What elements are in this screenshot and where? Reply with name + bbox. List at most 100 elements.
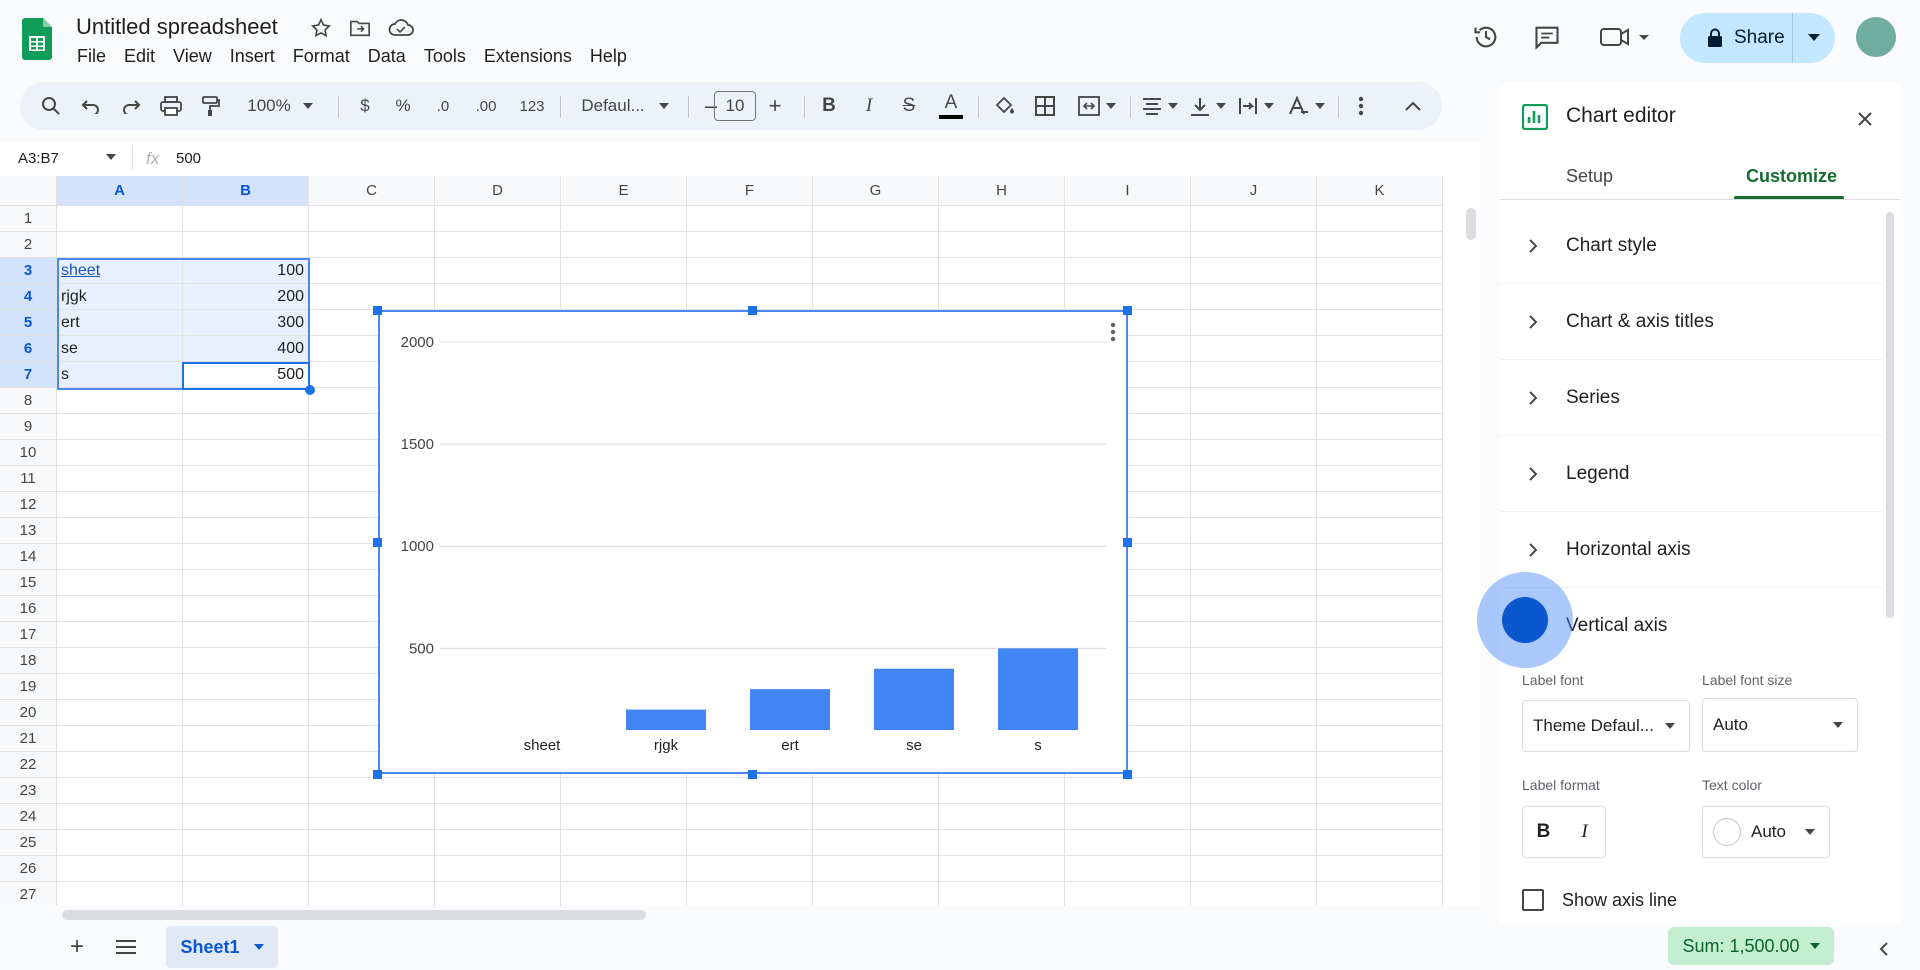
cell[interactable]: [183, 700, 309, 726]
row-header[interactable]: 13: [0, 518, 57, 544]
chart-bar[interactable]: [626, 709, 706, 730]
cell[interactable]: [57, 804, 183, 830]
cell[interactable]: [939, 804, 1065, 830]
cell[interactable]: [57, 388, 183, 414]
cell[interactable]: [309, 206, 435, 232]
menu-file[interactable]: File: [68, 46, 115, 67]
cell[interactable]: [183, 674, 309, 700]
chart-bar[interactable]: [750, 689, 830, 730]
cell[interactable]: [561, 856, 687, 882]
cell[interactable]: [183, 544, 309, 570]
column-header[interactable]: D: [435, 176, 561, 206]
cell[interactable]: [183, 726, 309, 752]
cell[interactable]: [1191, 700, 1317, 726]
cell[interactable]: [1317, 778, 1443, 804]
cell[interactable]: [183, 882, 309, 906]
cell[interactable]: [309, 232, 435, 258]
cell[interactable]: [1317, 596, 1443, 622]
cell[interactable]: [1065, 232, 1191, 258]
name-box[interactable]: A3:B7: [18, 150, 59, 167]
cell[interactable]: [183, 596, 309, 622]
cell[interactable]: [1191, 414, 1317, 440]
row-header[interactable]: 11: [0, 466, 57, 492]
chart-resize-handle[interactable]: [1123, 538, 1132, 547]
vertical-align-icon[interactable]: [1186, 82, 1230, 130]
cell[interactable]: [1191, 570, 1317, 596]
menu-help[interactable]: Help: [581, 46, 636, 67]
search-menus-icon[interactable]: [34, 82, 68, 130]
cell[interactable]: [435, 856, 561, 882]
row-header[interactable]: 27: [0, 882, 57, 906]
cell[interactable]: [309, 882, 435, 906]
tab-setup[interactable]: Setup: [1566, 166, 1613, 187]
cell[interactable]: [435, 284, 561, 310]
select-all-corner[interactable]: [0, 176, 57, 206]
column-header[interactable]: B: [183, 176, 309, 206]
chart-resize-handle[interactable]: [1123, 306, 1132, 315]
increase-decimal-button[interactable]: .00: [466, 82, 506, 130]
cell[interactable]: [57, 856, 183, 882]
cell[interactable]: [183, 570, 309, 596]
sheets-logo-icon[interactable]: [22, 18, 52, 60]
cell[interactable]: [183, 856, 309, 882]
cell[interactable]: [561, 882, 687, 906]
cell[interactable]: [1191, 310, 1317, 336]
cell[interactable]: [939, 206, 1065, 232]
cell[interactable]: [1317, 232, 1443, 258]
cell[interactable]: [435, 804, 561, 830]
cell[interactable]: [183, 206, 309, 232]
menu-tools[interactable]: Tools: [415, 46, 475, 67]
meet-icon[interactable]: [1598, 20, 1654, 54]
cell[interactable]: [561, 804, 687, 830]
cell[interactable]: [57, 232, 183, 258]
cell[interactable]: [1191, 492, 1317, 518]
cell[interactable]: [813, 206, 939, 232]
cell[interactable]: [939, 778, 1065, 804]
cell[interactable]: [57, 570, 183, 596]
cell-label[interactable]: se: [57, 336, 183, 362]
row-header[interactable]: 2: [0, 232, 57, 258]
cell[interactable]: [309, 856, 435, 882]
cell[interactable]: [687, 830, 813, 856]
section-chart-axis-titles[interactable]: Chart & axis titles: [1500, 284, 1882, 360]
section-legend[interactable]: Legend: [1500, 436, 1882, 512]
share-main[interactable]: Share: [1680, 13, 1793, 63]
cell[interactable]: [813, 778, 939, 804]
row-header[interactable]: 10: [0, 440, 57, 466]
cell[interactable]: [687, 778, 813, 804]
menu-extensions[interactable]: Extensions: [475, 46, 581, 67]
cell[interactable]: [435, 830, 561, 856]
cell[interactable]: [1317, 362, 1443, 388]
cell[interactable]: [309, 258, 435, 284]
cell[interactable]: [183, 492, 309, 518]
cell-label[interactable]: sheet: [57, 258, 183, 284]
tab-customize[interactable]: Customize: [1746, 166, 1837, 187]
cell[interactable]: [1191, 544, 1317, 570]
cell[interactable]: [1191, 778, 1317, 804]
share-dropdown-icon[interactable]: [1793, 13, 1835, 63]
more-formats-button[interactable]: 123: [514, 82, 550, 130]
font-select[interactable]: Defaul...: [570, 82, 680, 130]
cell[interactable]: [1317, 284, 1443, 310]
cell[interactable]: [1065, 882, 1191, 906]
cell[interactable]: [1191, 440, 1317, 466]
row-header[interactable]: 18: [0, 648, 57, 674]
cell[interactable]: [1191, 362, 1317, 388]
cell[interactable]: [1317, 752, 1443, 778]
cell[interactable]: [1191, 284, 1317, 310]
label-font-select[interactable]: Theme Defaul...: [1522, 700, 1690, 752]
row-header[interactable]: 16: [0, 596, 57, 622]
cell[interactable]: [1191, 596, 1317, 622]
cell[interactable]: [57, 778, 183, 804]
cell[interactable]: [183, 232, 309, 258]
borders-icon[interactable]: [1030, 82, 1060, 130]
cell[interactable]: [1191, 206, 1317, 232]
cell[interactable]: [1317, 336, 1443, 362]
row-header[interactable]: 15: [0, 570, 57, 596]
more-options-icon[interactable]: [1346, 82, 1376, 130]
star-icon[interactable]: [308, 14, 334, 42]
cell[interactable]: [1317, 258, 1443, 284]
horizontal-scrollbar[interactable]: [62, 910, 646, 920]
cell[interactable]: [1317, 726, 1443, 752]
cell[interactable]: [309, 284, 435, 310]
